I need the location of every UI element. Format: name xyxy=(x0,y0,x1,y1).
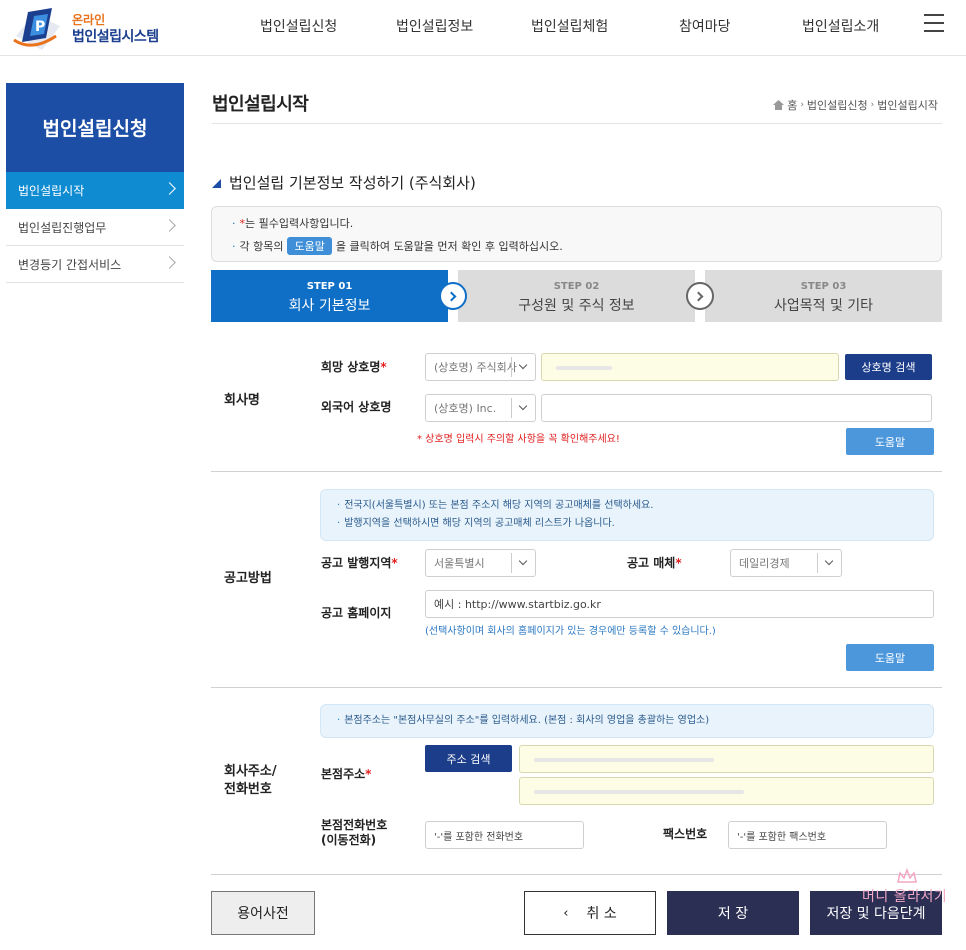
phone-input[interactable]: '-'를 포함한 전화번호 xyxy=(425,821,584,849)
company-name-help-button[interactable]: 도움말 xyxy=(846,428,934,455)
homepage-note: (선택사항이며 회사의 홈페이지가 있는 경우에만 등록할 수 있습니다.) xyxy=(425,626,716,637)
breadcrumb-home[interactable]: 홈 xyxy=(787,97,797,113)
logo-text-main: 법인설립시스템 xyxy=(72,29,159,45)
address-line2-input[interactable] xyxy=(519,777,934,805)
region-select[interactable]: 서울특별시 xyxy=(425,549,536,577)
sidebar-item-start[interactable]: 법인설립시작 xyxy=(6,172,184,209)
section-title: 법인설립 기본정보 작성하기 (주식회사) xyxy=(212,172,476,193)
site-header: P 온라인 법인설립시스템 법인설립신청 법인설립정보 법인설립체험 참여마당 … xyxy=(0,0,966,56)
breadcrumb-apply[interactable]: 법인설립신청 xyxy=(807,97,868,113)
title-divider xyxy=(212,123,942,124)
chevron-left-icon: ‹ xyxy=(563,905,569,921)
nav-community[interactable]: 참여마당 xyxy=(679,16,731,36)
address-line1-input[interactable] xyxy=(519,745,934,773)
media-label: 공고 매체* xyxy=(627,556,682,570)
notice-box: · *는 필수입력사항입니다. · 각 항목의 도움말 을 클릭하여 도움말을 먼저… xyxy=(211,206,942,262)
step-arrow-icon xyxy=(439,282,467,310)
site-logo[interactable]: P 온라인 법인설립시스템 xyxy=(12,4,182,52)
glossary-button[interactable]: 용어사전 xyxy=(211,891,315,935)
nav-apply[interactable]: 법인설립신청 xyxy=(260,16,337,36)
desired-name-label: 희망 상호명* xyxy=(321,360,387,374)
help-chip: 도움말 xyxy=(287,237,332,255)
crown-watermark-icon xyxy=(897,868,917,883)
foreign-name-input[interactable] xyxy=(541,394,932,422)
announcement-group-label: 공고방법 xyxy=(224,571,272,586)
chevron-down-icon xyxy=(511,553,535,573)
watermark-text: 머니 올라서기 xyxy=(862,889,948,905)
triangle-bullet-icon xyxy=(212,179,221,188)
phone-label: 본점전화번호 (이동전화) xyxy=(321,818,388,847)
step-3-business-purpose: STEP 03 사업목적 및 기타 xyxy=(705,270,942,322)
chevron-right-icon xyxy=(163,256,176,269)
announcement-info-box: · 전국지(서울특별시) 또는 본점 주소지 해당 지역의 공고매체를 선택하세요… xyxy=(320,489,934,541)
logo-icon: P xyxy=(13,8,60,50)
breadcrumb-separator-icon: › xyxy=(870,100,875,110)
home-icon[interactable] xyxy=(773,100,785,110)
fax-input[interactable]: '-'를 포함한 팩스번호 xyxy=(728,821,887,849)
breadcrumb-current: 법인설립시작 xyxy=(877,99,938,112)
save-button[interactable]: 저 장 xyxy=(667,891,799,935)
sidebar-item-label: 법인설립진행업무 xyxy=(18,220,107,235)
sidebar-item-change-registration[interactable]: 변경등기 간접서비스 xyxy=(6,246,184,283)
section-divider xyxy=(211,687,942,688)
sidebar-item-label: 법인설립시작 xyxy=(18,184,85,198)
homepage-input[interactable]: 예시 : http://www.startbiz.go.kr xyxy=(425,590,934,618)
step-1-company-info: STEP 01 회사 기본정보 xyxy=(211,270,448,322)
nav-info[interactable]: 법인설립정보 xyxy=(396,16,473,36)
hamburger-menu-icon[interactable] xyxy=(924,14,944,34)
cancel-button[interactable]: ‹ 취 소 xyxy=(524,891,656,935)
nav-experience[interactable]: 법인설립체험 xyxy=(531,16,608,36)
homepage-label: 공고 홈페이지 xyxy=(321,606,392,620)
desired-name-input[interactable] xyxy=(541,353,839,381)
section-divider xyxy=(211,471,942,472)
desired-name-type-select[interactable]: (상호명) 주식회사 xyxy=(425,353,536,381)
chevron-down-icon xyxy=(511,357,535,377)
foreign-name-type-select[interactable]: (상호명) Inc. xyxy=(425,394,536,422)
chevron-right-icon xyxy=(163,182,176,195)
head-office-address-label: 본점주소* xyxy=(321,767,372,781)
breadcrumb-separator-icon: › xyxy=(800,100,804,110)
page-title: 법인설립시작 xyxy=(212,94,309,115)
address-search-button[interactable]: 주소 검색 xyxy=(425,745,512,772)
company-name-search-button[interactable]: 상호명 검색 xyxy=(845,354,932,380)
region-label: 공고 발행지역* xyxy=(321,556,398,570)
chevron-down-icon xyxy=(817,553,841,573)
sidebar-item-progress[interactable]: 법인설립진행업무 xyxy=(6,209,184,246)
chevron-down-icon xyxy=(511,398,535,418)
svg-text:P: P xyxy=(35,19,45,35)
step-2-members-shares: STEP 02 구성원 및 주식 정보 xyxy=(458,270,695,322)
section-title-text: 법인설립 기본정보 작성하기 (주식회사) xyxy=(229,174,476,192)
notice-line-required: · *는 필수입력사항입니다. xyxy=(232,217,354,230)
announcement-help-button[interactable]: 도움말 xyxy=(846,644,934,671)
foreign-name-label: 외국어 상호명 xyxy=(321,400,392,414)
fax-label: 팩스번호 xyxy=(663,827,708,841)
address-info-box: · 본점주소는 "본점사무실의 주소"를 입력하세요. (본점 : 회사의 영업을… xyxy=(320,704,934,738)
address-group-label: 회사주소/ 전화번호 xyxy=(224,764,277,797)
step-arrow-icon xyxy=(686,282,714,310)
notice-line-help: · 각 항목의 도움말 을 클릭하여 도움말을 먼저 확인 후 입력하십시오. xyxy=(232,237,921,255)
breadcrumb: 홈 › 법인설립신청 › 법인설립시작 xyxy=(773,97,938,113)
company-name-warning: * 상호명 입력시 주의할 사항을 꼭 확인해주세요! xyxy=(417,434,620,445)
company-name-group-label: 회사명 xyxy=(224,393,260,408)
media-select[interactable]: 데일리경제 xyxy=(730,549,842,577)
nav-about[interactable]: 법인설립소개 xyxy=(802,16,879,36)
sidebar-item-label: 변경등기 간접서비스 xyxy=(18,257,122,272)
chevron-right-icon xyxy=(163,219,176,232)
section-divider xyxy=(211,874,942,875)
sidebar-title: 법인설립신청 xyxy=(6,83,184,172)
